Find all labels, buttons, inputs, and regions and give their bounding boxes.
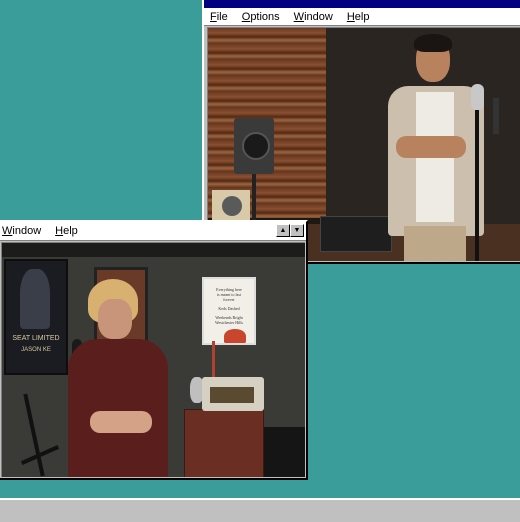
mic-stand xyxy=(23,393,45,477)
singer-pants xyxy=(404,226,466,261)
record-player xyxy=(202,377,264,411)
singer-shirt xyxy=(68,339,168,477)
taskbar[interactable] xyxy=(0,498,520,522)
scroll-down-icon[interactable]: ▼ xyxy=(290,224,304,237)
studio-monitor-speaker xyxy=(234,118,274,174)
cable xyxy=(493,98,499,134)
menu-help[interactable]: Help xyxy=(55,225,78,237)
singer-hands xyxy=(90,411,152,433)
concert-poster: SEAT LIMITED JASON KE xyxy=(4,259,68,375)
menu-window[interactable]: Window xyxy=(294,11,333,23)
menu-window[interactable]: Window xyxy=(2,225,41,237)
desk-lamp xyxy=(224,329,246,343)
video-window-left[interactable]: Window Help ▲ ▼ SEAT LIMITED JASON KE Ev… xyxy=(0,220,308,480)
speaker-stand xyxy=(252,174,256,224)
singer-face xyxy=(98,299,132,339)
audio-equipment xyxy=(320,216,392,252)
side-table xyxy=(184,409,264,477)
menu-bar: Window Help ▲ ▼ xyxy=(0,222,306,241)
lamp-arm xyxy=(212,341,215,381)
quote-line-4: Keds Dashed xyxy=(218,306,240,311)
singer-hands xyxy=(396,136,466,158)
quote-line-3: forever xyxy=(223,297,235,302)
menu-file[interactable]: File xyxy=(210,11,228,23)
menu-options[interactable]: Options xyxy=(242,11,280,23)
sofa xyxy=(264,427,305,477)
microphone xyxy=(471,84,484,110)
singer-head xyxy=(414,34,452,82)
poster-title: SEAT LIMITED xyxy=(12,335,60,342)
video-frame[interactable]: SEAT LIMITED JASON KE Everything here is… xyxy=(1,242,305,477)
small-speaker xyxy=(212,190,250,224)
quote-line-6: Westchester Hills xyxy=(214,320,243,325)
menu-help[interactable]: Help xyxy=(347,11,370,23)
mic-stand xyxy=(475,110,479,261)
ceiling xyxy=(2,243,305,257)
poster-name: JASON KE xyxy=(21,347,51,353)
menu-bar: File Options Window Help xyxy=(204,8,520,26)
scroll-up-icon[interactable]: ▲ xyxy=(276,224,290,237)
title-bar[interactable] xyxy=(204,0,520,8)
